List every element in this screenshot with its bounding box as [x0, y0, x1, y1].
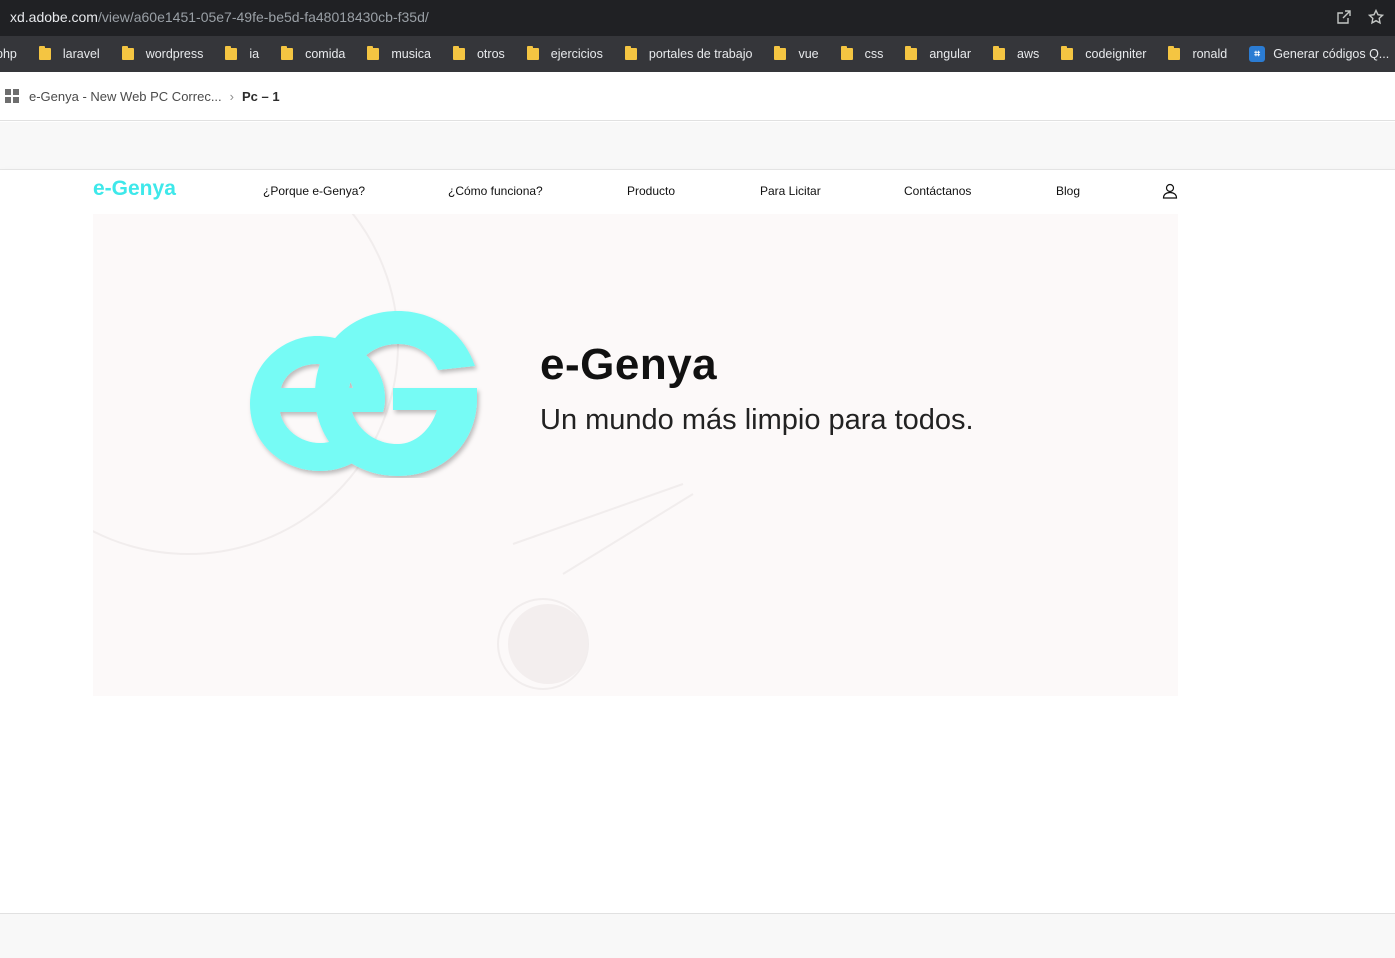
bookmark-item[interactable]: vue: [768, 41, 826, 67]
browser-url-bar[interactable]: xd.adobe.com/view/a60e1451-05e7-49fe-be5…: [0, 0, 1395, 36]
folder-icon: [452, 46, 465, 60]
viewer-footer-bar: [0, 913, 1395, 958]
bookmark-label: vue: [798, 47, 819, 61]
bookmark-item[interactable]: comida: [275, 41, 353, 67]
bookmark-label: Generar códigos Q...: [1273, 47, 1390, 61]
folder-icon: [905, 46, 918, 60]
bookmark-label: angular: [929, 47, 972, 61]
bookmark-item[interactable]: wordpress: [116, 41, 212, 67]
bookmark-item[interactable]: otros: [447, 41, 513, 67]
egenya-logo-icon: [250, 311, 477, 476]
star-bookmark-icon[interactable]: [1367, 8, 1385, 26]
nav-link-como-funciona[interactable]: ¿Cómo funciona?: [448, 184, 543, 198]
share-icon[interactable]: [1335, 8, 1353, 26]
brand-logo-text[interactable]: e-Genya: [93, 177, 176, 201]
folder-icon: [624, 46, 637, 60]
nav-link-para-licitar[interactable]: Para Licitar: [760, 184, 821, 198]
bookmark-item[interactable]: css: [835, 41, 892, 67]
folder-icon: [993, 46, 1006, 60]
url-path: /view/a60e1451-05e7-49fe-be5d-fa48018430…: [97, 9, 429, 25]
xd-viewer-header: e-Genya - New Web PC Correc... › Pc – 1: [0, 72, 1395, 121]
bookmark-item[interactable]: ia: [219, 41, 267, 67]
bookmark-item[interactable]: portales de trabajo: [619, 41, 761, 67]
viewer-stage-bottom: [0, 768, 1395, 913]
bookmark-label: wordpress: [145, 47, 204, 61]
nav-link-contactanos[interactable]: Contáctanos: [904, 184, 971, 198]
folder-icon: [225, 46, 238, 60]
qr-site-icon: ⌗: [1249, 46, 1266, 62]
url-host: xd.adobe.com: [10, 9, 98, 25]
bookmark-label: comida: [305, 47, 346, 61]
hero-tagline: Un mundo más limpio para todos.: [540, 404, 974, 436]
bookmark-item[interactable]: php: [0, 41, 25, 67]
bookmark-label: ia: [249, 47, 260, 61]
bookmark-label: css: [864, 47, 884, 61]
hero-title: e-Genya: [540, 340, 718, 389]
bookmark-label: musica: [391, 47, 431, 61]
bookmark-label: portales de trabajo: [648, 47, 753, 61]
artboard: e-Genya ¿Porque e-Genya? ¿Cómo funciona?…: [0, 170, 1395, 768]
site-navbar: e-Genya ¿Porque e-Genya? ¿Cómo funciona?…: [0, 170, 1395, 214]
bookmark-item[interactable]: ronald: [1162, 41, 1235, 67]
user-icon[interactable]: [1161, 182, 1179, 200]
folder-icon: [38, 46, 51, 60]
bookmarks-bar: php laravel wordpress ia comida musica otros ej…: [0, 36, 1395, 72]
folder-icon: [367, 46, 380, 60]
bookmark-item[interactable]: musica: [361, 41, 439, 67]
bookmark-item[interactable]: angular: [899, 41, 979, 67]
folder-icon: [840, 46, 853, 60]
folder-icon: [526, 46, 539, 60]
folder-icon: [1168, 46, 1181, 60]
breadcrumb-project[interactable]: e-Genya - New Web PC Correc...: [29, 89, 222, 104]
bookmark-label: codeigniter: [1085, 47, 1147, 61]
url-text[interactable]: xd.adobe.com/view/a60e1451-05e7-49fe-be5…: [10, 9, 429, 25]
hero-banner: e-Genya Un mundo más limpio para todos.: [93, 214, 1178, 696]
bookmark-label: php: [0, 47, 17, 61]
bookmark-label: laravel: [62, 47, 100, 61]
viewer-stage-top: [0, 122, 1395, 170]
bookmark-item[interactable]: codeigniter: [1055, 41, 1154, 67]
grid-menu-icon[interactable]: [5, 89, 19, 103]
folder-icon: [774, 46, 787, 60]
bookmark-item[interactable]: ⌗ Generar códigos Q...: [1243, 41, 1395, 67]
folder-icon: [281, 46, 294, 60]
bookmark-label: ejercicios: [550, 47, 603, 61]
bookmark-item[interactable]: ejercicios: [521, 41, 611, 67]
bookmark-item[interactable]: aws: [987, 41, 1047, 67]
bookmark-label: otros: [476, 47, 505, 61]
bookmark-label: ronald: [1192, 47, 1228, 61]
folder-icon: [121, 46, 134, 60]
nav-link-porque[interactable]: ¿Porque e-Genya?: [263, 184, 365, 198]
chevron-right-icon: ›: [229, 88, 234, 104]
bookmark-label: aws: [1017, 47, 1040, 61]
bookmark-item[interactable]: laravel: [33, 41, 108, 67]
nav-link-producto[interactable]: Producto: [627, 184, 675, 198]
folder-icon: [1061, 46, 1074, 60]
nav-link-blog[interactable]: Blog: [1056, 184, 1080, 198]
breadcrumb-artboard: Pc – 1: [242, 88, 280, 104]
